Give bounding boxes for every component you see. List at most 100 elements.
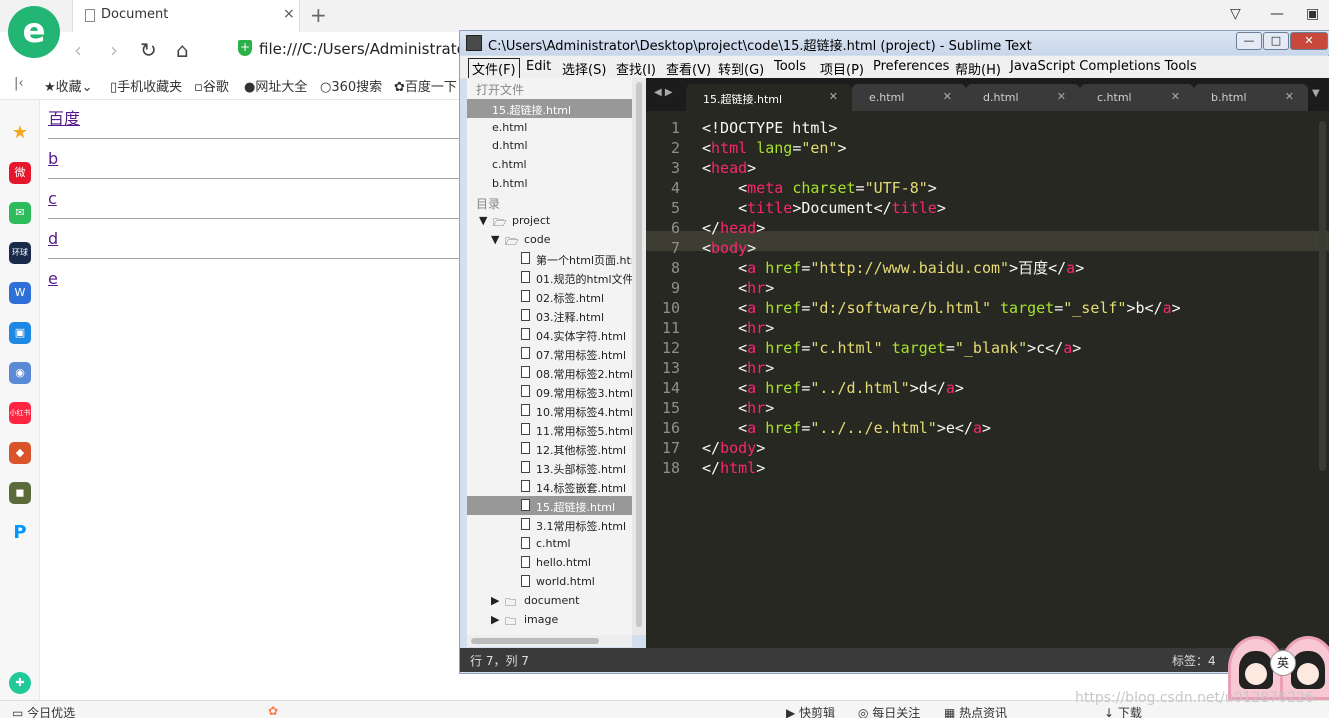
code-editor[interactable]: ◀ ▶ 15.超链接.html ✕ e.html ✕ d.html ✕ c.html ✕…	[646, 78, 1329, 648]
mail-icon[interactable]: ✉	[9, 202, 31, 224]
code-line[interactable]: <!DOCTYPE html>	[702, 118, 837, 138]
editor-tab[interactable]: b.html ✕	[1194, 84, 1308, 111]
code-file-item[interactable]: world.html	[467, 572, 632, 591]
home-icon[interactable]: ⌂	[176, 38, 189, 62]
minimize-button[interactable]: —	[1270, 6, 1284, 22]
code-file-item[interactable]: hello.html	[467, 553, 632, 572]
sidebar-scrollbar[interactable]	[632, 78, 646, 635]
code-line[interactable]: <html lang="en">	[702, 138, 847, 158]
chat-icon[interactable]: ▣	[9, 322, 31, 344]
tab-close-icon[interactable]: ✕	[943, 90, 952, 103]
scroll-thumb[interactable]	[1319, 121, 1326, 471]
tab-scroll-arrows-icon[interactable]: ◀ ▶	[654, 87, 673, 98]
editor-tab[interactable]: d.html ✕	[966, 84, 1080, 111]
expand-arrow-icon[interactable]: ▼	[491, 233, 499, 246]
editor-scrollbar[interactable]	[1316, 111, 1329, 648]
sublime-close-button[interactable]: ✕	[1290, 32, 1328, 50]
status-daily[interactable]: ◎ 每日关注	[858, 704, 920, 718]
code-file-item[interactable]: 03.注释.html	[467, 306, 632, 325]
paw-icon[interactable]: ✿	[268, 704, 278, 718]
link-d[interactable]: d	[48, 228, 468, 250]
code-file-item[interactable]: 08.常用标签2.html	[467, 363, 632, 382]
sidebar-hscrollbar[interactable]	[467, 635, 632, 647]
folder-project[interactable]: ▼ 🗁 project	[467, 211, 632, 230]
folder-document[interactable]: ▶ 🗀 document	[467, 591, 632, 610]
new-tab-button[interactable]: +	[310, 3, 327, 27]
menu-project[interactable]: 项目(P)	[820, 59, 864, 78]
p-app-icon[interactable]: P	[9, 522, 31, 544]
code-line[interactable]: </html>	[702, 458, 765, 478]
menu-js-completions[interactable]: JavaScript Completions Tools	[1010, 59, 1197, 74]
folder-code[interactable]: ▼ 🗁 code	[467, 230, 632, 249]
menu-preferences[interactable]: Preferences	[873, 59, 949, 74]
code-file-item[interactable]: 第一个html页面.html	[467, 249, 632, 268]
menu-find[interactable]: 查找(I)	[616, 59, 656, 78]
code-file-item[interactable]: 04.实体字符.html	[467, 325, 632, 344]
pubg-icon[interactable]: ◼	[9, 482, 31, 504]
bookmark-google[interactable]: ▫谷歌	[194, 76, 229, 95]
code-line[interactable]: <body>	[702, 238, 756, 258]
tab-document[interactable]: Document ×	[72, 0, 300, 32]
code-file-item[interactable]: 02.标签.html	[467, 287, 632, 306]
code-line[interactable]: <title>Document</title>	[702, 198, 946, 218]
editor-tab[interactable]: c.html ✕	[1080, 84, 1194, 111]
code-line[interactable]: <hr>	[702, 318, 774, 338]
favorites-star-icon[interactable]: ★	[9, 122, 31, 144]
menu-view[interactable]: 查看(V)	[666, 59, 711, 78]
tab-close-icon[interactable]: ✕	[1057, 90, 1066, 103]
shirt-icon[interactable]: ▽	[1230, 6, 1241, 22]
code-file-item[interactable]: 09.常用标签3.html	[467, 382, 632, 401]
code-line[interactable]: </body>	[702, 438, 765, 458]
bookmark-favorites[interactable]: ★收藏⌄	[44, 76, 93, 95]
code-line[interactable]: <a href="../../e.html">e</a>	[702, 418, 991, 438]
tab-close-icon[interactable]: ✕	[1171, 90, 1180, 103]
link-b[interactable]: b	[48, 148, 468, 170]
folder-image[interactable]: ▶ 🗀 image	[467, 610, 632, 629]
status-download[interactable]: ↓ 下载	[1104, 704, 1142, 718]
bookmark-baidu[interactable]: ✿百度一下	[394, 76, 457, 95]
restore-button[interactable]: ▣	[1306, 6, 1319, 22]
bookmark-360[interactable]: ○360搜索	[320, 76, 382, 95]
menu-goto[interactable]: 转到(G)	[718, 59, 764, 78]
word-doc-icon[interactable]: W	[9, 282, 31, 304]
status-hot[interactable]: ▦ 热点资讯	[944, 704, 1007, 718]
status-today[interactable]: ▭ 今日优选	[12, 704, 75, 718]
collapse-arrow-icon[interactable]: ▶	[491, 613, 499, 626]
game-app-icon[interactable]: ◆	[9, 442, 31, 464]
open-file-item[interactable]: b.html	[467, 174, 632, 193]
code-line[interactable]: <a href="d:/software/b.html" target="_se…	[702, 298, 1181, 318]
bookmarks-collapse-icon[interactable]: |‹	[14, 76, 24, 91]
menu-tools[interactable]: Tools	[774, 59, 806, 74]
tab-close-icon[interactable]: ✕	[829, 90, 838, 103]
code-file-item[interactable]: 01.规范的html文件	[467, 268, 632, 287]
link-e[interactable]: e	[48, 268, 468, 290]
code-file-item[interactable]: 11.常用标签5.html	[467, 420, 632, 439]
scroll-thumb[interactable]	[471, 638, 599, 644]
collapse-arrow-icon[interactable]: ▶	[491, 594, 499, 607]
status-kuaijianji[interactable]: ▶ 快剪辑	[786, 704, 835, 718]
menu-edit[interactable]: Edit	[526, 59, 551, 74]
menu-help[interactable]: 帮助(H)	[955, 59, 1001, 78]
weibo-icon[interactable]: 微	[9, 162, 31, 184]
forward-icon[interactable]: ›	[110, 38, 118, 62]
code-line[interactable]: <hr>	[702, 278, 774, 298]
code-file-item[interactable]: c.html	[467, 534, 632, 553]
url-field[interactable]: file:///C:/Users/Administrator/	[259, 40, 477, 58]
refresh-icon[interactable]: ↻	[140, 38, 157, 62]
xiaohongshu-icon[interactable]: 小红书	[9, 402, 31, 424]
open-file-item[interactable]: c.html	[467, 155, 632, 174]
code-file-item[interactable]: 07.常用标签.html	[467, 344, 632, 363]
code-file-item[interactable]: 10.常用标签4.html	[467, 401, 632, 420]
code-file-item[interactable]: 3.1常用标签.html	[467, 515, 632, 534]
browser-logo-icon[interactable]: e	[8, 6, 60, 58]
editor-tab[interactable]: 15.超链接.html ✕	[686, 84, 852, 111]
code-line[interactable]: <a href="http://www.baidu.com">百度</a>	[702, 258, 1084, 278]
code-line[interactable]: <meta charset="UTF-8">	[702, 178, 937, 198]
code-line[interactable]: <a href="c.html" target="_blank">c</a>	[702, 338, 1081, 358]
tab-close-button[interactable]: ×	[283, 6, 295, 22]
code-file-item[interactable]: 14.标签嵌套.html	[467, 477, 632, 496]
game-icon[interactable]: ◉	[9, 362, 31, 384]
code-line[interactable]: <head>	[702, 158, 756, 178]
bookmark-hao[interactable]: ●网址大全	[244, 76, 307, 95]
open-file-item[interactable]: 15.超链接.html	[467, 99, 632, 118]
